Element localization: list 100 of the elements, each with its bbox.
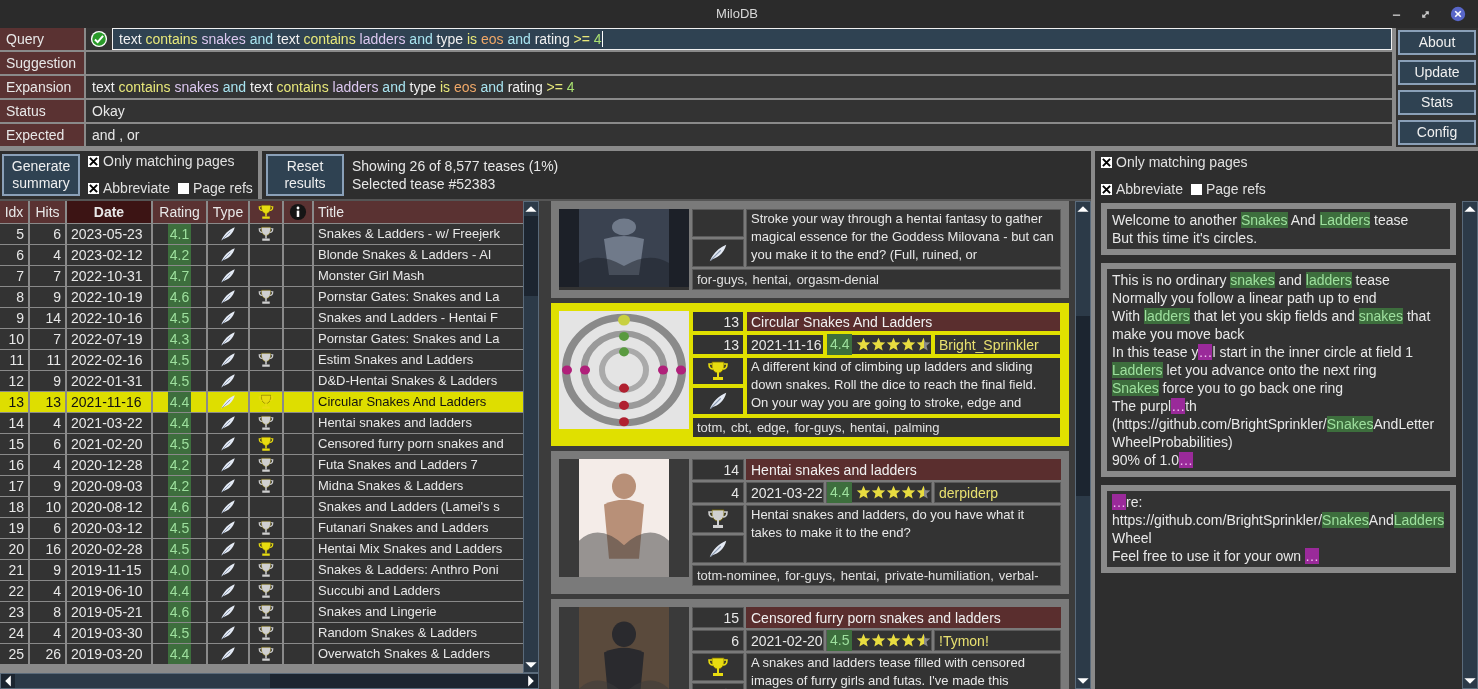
- table-cell: 7: [30, 266, 65, 286]
- table-cell: 2021-02-20: [67, 434, 151, 454]
- tag-label[interactable]: hentai,: [752, 270, 792, 289]
- table-row[interactable]: 7 7 2022-10-31 4.7 Monster Girl Mash: [0, 266, 523, 286]
- table-cell: 2021-03-22: [67, 413, 151, 433]
- tag-label[interactable]: palming: [894, 418, 940, 437]
- table-row[interactable]: 21 9 2019-11-15 4.0 Snakes & Ladders: Anthro Poni: [0, 560, 523, 580]
- field-label: Status: [0, 100, 84, 122]
- table-cell: D&D-Hentai Snakes & Ladders: [314, 371, 523, 391]
- column-header[interactable]: Type: [208, 201, 248, 223]
- tag-label[interactable]: verbal-: [998, 566, 1039, 585]
- author-link[interactable]: !Tymon!: [934, 630, 1061, 651]
- side-button[interactable]: Update: [1398, 60, 1476, 85]
- generate-summary-button[interactable]: Generate summary: [2, 154, 80, 196]
- side-button[interactable]: About: [1398, 30, 1476, 55]
- table-row[interactable]: 22 4 2019-06-10 4.4 Succubi and Ladders: [0, 581, 523, 601]
- table-cell: 2019-05-21: [67, 602, 151, 622]
- table-cell: 7: [30, 329, 65, 349]
- table-cell: 4: [30, 581, 65, 601]
- rating-value: 4.6: [167, 287, 192, 307]
- tag-label[interactable]: hentai,: [840, 566, 880, 585]
- rating-value: 4.6: [167, 602, 192, 622]
- tag-label[interactable]: totm,: [697, 418, 726, 437]
- table-row[interactable]: 13 13 2021-11-16 4.4 Circular Snakes And Ladders: [0, 392, 523, 412]
- tease-index: 15: [692, 607, 744, 628]
- tease-card[interactable]: Stroke your way through a hentai fantasy to gather magical essence for the Goddess Milovana - but can you make it to the end? (Full, ruined, or for-guys, hentai, orgasm-denial: [551, 201, 1069, 298]
- table-row[interactable]: 16 4 2020-12-28 4.2 Futa Snakes and Ladders 7: [0, 455, 523, 475]
- tag-label[interactable]: for-guys,: [785, 566, 836, 585]
- rating-value: 4.5: [167, 350, 192, 370]
- table-cell: 14: [0, 413, 28, 433]
- tag-label[interactable]: hentai,: [850, 418, 890, 437]
- side-button[interactable]: Config: [1398, 120, 1476, 145]
- table-cell: 2020-09-03: [67, 476, 151, 496]
- tease-date: 2021-11-16: [746, 334, 824, 355]
- author-link[interactable]: Bright_Sprinkler: [934, 334, 1061, 355]
- table-row[interactable]: 6 4 2023-02-12 4.2 Blonde Snakes & Ladders - AI: [0, 245, 523, 265]
- table-row[interactable]: 17 9 2020-09-03 4.2 Midna Snakes & Ladders: [0, 476, 523, 496]
- table-row[interactable]: 11 11 2022-02-16 4.5 Estim Snakes and Ladders: [0, 350, 523, 370]
- column-header[interactable]: Date: [67, 201, 151, 223]
- table-row[interactable]: 5 6 2023-05-23 4.1 Snakes & Ladders - w/ Freejerk: [0, 224, 523, 244]
- status-text: Selected tease #52383: [352, 175, 497, 193]
- table-cell: 16: [0, 455, 28, 475]
- rating-value: 4.5: [167, 371, 192, 391]
- column-header[interactable]: Idx: [0, 201, 28, 223]
- tag-label[interactable]: totm-nominee,: [697, 566, 781, 585]
- table-cell: 25: [0, 644, 28, 664]
- tag-label[interactable]: edge,: [756, 418, 790, 437]
- tease-card[interactable]: 15 Censored furry porn snakes and ladders 6 2021-02-20 4.5 !Tymon! A snakes and ladders tease filled with censored images of furry girls and futas. I've made this: [551, 599, 1069, 689]
- query-input[interactable]: text contains snakes and text contains ladders and type is eos and rating >= 4: [112, 28, 1392, 50]
- table-cell: Random Snakes & Ladders: [314, 623, 523, 643]
- table-row[interactable]: 9 14 2022-10-16 4.5 Snakes and Ladders - Hentai F: [0, 308, 523, 328]
- table-row[interactable]: 14 4 2021-03-22 4.4 Hentai snakes and ladders: [0, 413, 523, 433]
- table-row[interactable]: 18 10 2020-08-12 4.6 Snakes and Ladders (Lamei's s: [0, 497, 523, 517]
- table-row[interactable]: 15 6 2021-02-20 4.5 Censored furry porn snakes and: [0, 434, 523, 454]
- column-header[interactable]: Title: [314, 201, 523, 223]
- table-cell: 23: [0, 602, 28, 622]
- rating-value: 4.4: [827, 334, 853, 355]
- checkbox-label: Only matching pages: [1116, 153, 1248, 172]
- page-excerpt: This is no ordinary snakes and ladders tease Normally you follow a linear path up to end With ladders that let you skip fields and snakes that make you move back In this tease y…l start in the inner circle at field 1 Ladders let you advance onto the next ring Snakes force you to go back one ring The purpl…th (https://github.com/BrightSprinkler/SnakesAndLetterWheelProbabilities) 90% of 1.0…: [1107, 269, 1450, 471]
- table-cell: 2022-10-19: [67, 287, 151, 307]
- table-row[interactable]: 20 16 2020-02-28 4.5 Hentai Mix Snakes and Ladders: [0, 539, 523, 559]
- hit-count: 4: [692, 482, 744, 503]
- rating-value: 4.3: [167, 329, 192, 349]
- table-cell: 10: [30, 497, 65, 517]
- table-cell: 17: [0, 476, 28, 496]
- status-text: Showing 26 of 8,577 teases (1%): [352, 157, 559, 175]
- table-cell: Monster Girl Mash: [314, 266, 523, 286]
- table-row[interactable]: 23 8 2019-05-21 4.6 Snakes and Lingerie: [0, 602, 523, 622]
- table-cell: 2020-12-28: [67, 455, 151, 475]
- table-row[interactable]: 8 9 2022-10-19 4.6 Pornstar Gates: Snakes and La: [0, 287, 523, 307]
- field-value: text contains snakes and text contains ladders and type is eos and rating >= 4: [86, 76, 1392, 98]
- tease-card[interactable]: 14 Hentai snakes and ladders 4 2021-03-22 4.4 derpiderp Hentai snakes and ladders, do you have what it takes to make it to the end? totm-nominee, for-guys, hentai, private-humiliation, verbal-: [551, 451, 1069, 594]
- field-value: Okay: [86, 100, 1392, 122]
- tag-label[interactable]: for-guys,: [697, 270, 748, 289]
- table-row[interactable]: 24 4 2019-03-30 4.5 Random Snakes & Ladders: [0, 623, 523, 643]
- column-header[interactable]: Hits: [30, 201, 65, 223]
- table-cell: 2019-03-30: [67, 623, 151, 643]
- tag-label[interactable]: cbt,: [730, 418, 752, 437]
- column-header[interactable]: Rating: [153, 201, 206, 223]
- table-cell: 13: [0, 392, 28, 412]
- table-row[interactable]: 10 7 2022-07-19 4.3 Pornstar Gates: Snakes and La: [0, 329, 523, 349]
- rating-value: 4.0: [167, 560, 192, 580]
- side-button[interactable]: Stats: [1398, 90, 1476, 115]
- tag-label[interactable]: orgasm-denial: [796, 270, 879, 289]
- reset-results-button[interactable]: Reset results: [266, 154, 344, 196]
- table-cell: 21: [0, 560, 28, 580]
- table-cell: Hentai snakes and ladders: [314, 413, 523, 433]
- table-cell: 2022-01-31: [67, 371, 151, 391]
- table-row[interactable]: 19 6 2020-03-12 4.5 Futanari Snakes and Ladders: [0, 518, 523, 538]
- checkbox-label: Only matching pages: [103, 152, 235, 171]
- table-row[interactable]: 12 9 2022-01-31 4.5 D&D-Hentai Snakes & Ladders: [0, 371, 523, 391]
- tag-label[interactable]: private-humiliation,: [884, 566, 994, 585]
- author-link[interactable]: derpiderp: [934, 482, 1061, 503]
- table-cell: Snakes and Ladders (Lamei's s: [314, 497, 523, 517]
- rating-value: 4.5: [167, 308, 192, 328]
- tag-label[interactable]: for-guys,: [794, 418, 845, 437]
- table-cell: 9: [30, 476, 65, 496]
- table-cell: 16: [30, 539, 65, 559]
- table-row[interactable]: 25 26 2019-03-20 4.4 Overwatch Snakes & Ladders: [0, 644, 523, 664]
- tease-title: Hentai snakes and ladders: [746, 459, 1061, 480]
